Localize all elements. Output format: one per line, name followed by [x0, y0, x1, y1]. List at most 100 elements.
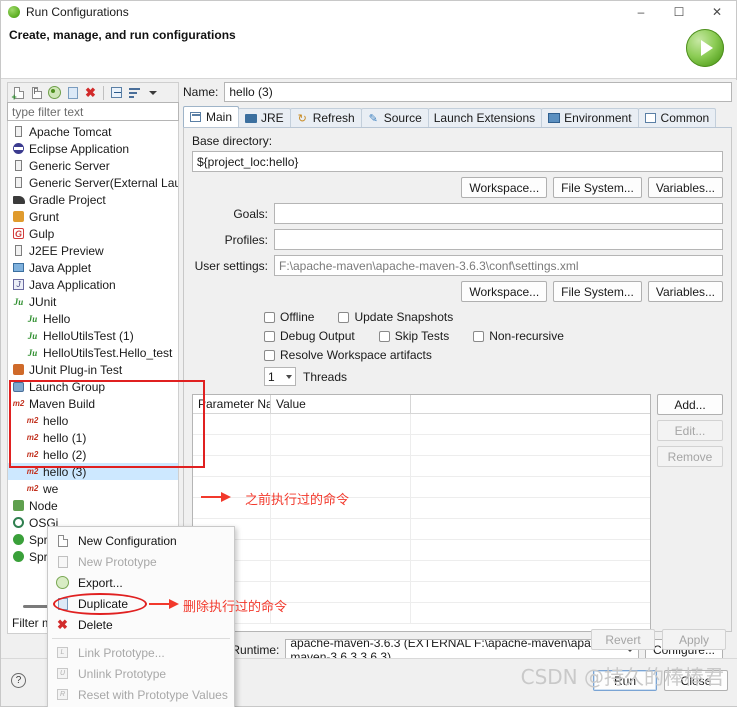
- delete-icon[interactable]: ✖: [83, 85, 98, 100]
- osgi-icon: [12, 516, 25, 529]
- tree-item[interactable]: J2EE Preview: [8, 242, 178, 259]
- tab-main[interactable]: Main: [183, 106, 240, 127]
- tree-item[interactable]: Java Applet: [8, 259, 178, 276]
- tree-item[interactable]: Ju HelloUtilsTest (1): [8, 327, 178, 344]
- tree-item[interactable]: m2 hello (1): [8, 429, 178, 446]
- param-add-button[interactable]: Add...: [657, 394, 723, 415]
- base-directory-input[interactable]: ${project_loc:hello}: [192, 151, 723, 172]
- close-button[interactable]: Close: [664, 670, 728, 691]
- user-settings-input[interactable]: F:\apache-maven\apache-maven-3.6.3\conf\…: [274, 255, 723, 276]
- tree-item[interactable]: m2 hello: [8, 412, 178, 429]
- profiles-input[interactable]: [274, 229, 723, 250]
- param-edit-button[interactable]: Edit...: [657, 420, 723, 441]
- offline-checkbox[interactable]: Offline: [264, 310, 314, 324]
- column-header-parameter-name[interactable]: Parameter Na...: [193, 395, 271, 413]
- skip-tests-checkbox[interactable]: Skip Tests: [378, 329, 449, 343]
- filter-icon[interactable]: [127, 85, 142, 100]
- checkbox-box[interactable]: [264, 311, 275, 323]
- tree-item[interactable]: J Java Application: [8, 276, 178, 293]
- run-button[interactable]: Run: [593, 670, 657, 691]
- name-input[interactable]: hello (3): [224, 82, 732, 102]
- base-dir-file-system-button[interactable]: File System...: [553, 177, 642, 198]
- tree-item[interactable]: m2 hello (3): [8, 463, 178, 480]
- table-row[interactable]: [193, 435, 650, 456]
- base-dir-workspace-button[interactable]: Workspace...: [461, 177, 548, 198]
- tab-source[interactable]: ✎ Source: [360, 108, 429, 127]
- table-row[interactable]: [193, 414, 650, 435]
- base-directory-label: Base directory:: [192, 134, 273, 148]
- build-options: Offline Update Snapshots Debug Output Skip…: [192, 310, 723, 386]
- maximize-button[interactable]: ☐: [660, 1, 698, 23]
- tree-item[interactable]: Ju Hello: [8, 310, 178, 327]
- tree-item[interactable]: Generic Server: [8, 157, 178, 174]
- tree-item[interactable]: m2 Maven Build: [8, 395, 178, 412]
- minimize-button[interactable]: –: [622, 1, 660, 23]
- tab-common[interactable]: Common: [637, 108, 717, 127]
- menu-separator: [52, 638, 230, 639]
- editor-tabs[interactable]: Main JRE ↻ Refresh ✎ Source Launch Extensions E…: [183, 106, 732, 128]
- user-settings-variables-button[interactable]: Variables...: [647, 281, 723, 302]
- table-row[interactable]: [193, 561, 650, 582]
- base-dir-variables-button[interactable]: Variables...: [647, 177, 723, 198]
- tree-item[interactable]: Ju HelloUtilsTest.Hello_test: [8, 344, 178, 361]
- table-row[interactable]: [193, 456, 650, 477]
- table-row[interactable]: [193, 540, 650, 561]
- menu-item-delete[interactable]: ✖ Delete: [48, 614, 234, 635]
- tree-item[interactable]: Ju JUnit: [8, 293, 178, 310]
- export-icon[interactable]: [47, 85, 62, 100]
- java-applet-icon: [12, 261, 25, 274]
- table-row[interactable]: [193, 519, 650, 540]
- param-remove-button[interactable]: Remove: [657, 446, 723, 467]
- close-window-button[interactable]: ✕: [698, 1, 736, 23]
- debug-output-checkbox[interactable]: Debug Output: [264, 329, 355, 343]
- resolve-workspace-artifacts-checkbox[interactable]: Resolve Workspace artifacts: [264, 348, 432, 362]
- update-snapshots-checkbox[interactable]: Update Snapshots: [338, 310, 453, 324]
- tree-item[interactable]: Eclipse Application: [8, 140, 178, 157]
- table-cell: [193, 456, 271, 476]
- view-menu-chevron-icon[interactable]: [145, 85, 160, 100]
- user-settings-file-system-button[interactable]: File System...: [553, 281, 642, 302]
- checkbox-box[interactable]: [264, 349, 275, 361]
- table-cell: [411, 540, 650, 560]
- new-configuration-icon[interactable]: [11, 85, 26, 102]
- table-cell: [411, 477, 650, 497]
- non-recursive-checkbox[interactable]: Non-recursive: [473, 329, 564, 343]
- column-header-extra[interactable]: [411, 395, 650, 413]
- duplicate-icon[interactable]: [65, 85, 80, 100]
- checkbox-box[interactable]: [378, 330, 390, 342]
- checkbox-box[interactable]: [338, 311, 350, 323]
- collapse-all-icon[interactable]: [109, 85, 124, 100]
- checkbox-box[interactable]: [473, 330, 485, 342]
- tree-item[interactable]: Launch Group: [8, 378, 178, 395]
- tree-item[interactable]: Apache Tomcat: [8, 123, 178, 140]
- tree-item[interactable]: m2 hello (2): [8, 446, 178, 463]
- maven-runtime-select[interactable]: apache-maven-3.6.3 (EXTERNAL F:\apache-m…: [285, 639, 639, 660]
- apply-button[interactable]: Apply: [662, 629, 726, 650]
- help-icon[interactable]: ?: [11, 673, 26, 688]
- tab-environment[interactable]: Environment: [541, 108, 639, 127]
- tab-jre[interactable]: JRE: [238, 108, 291, 127]
- user-settings-workspace-button[interactable]: Workspace...: [461, 281, 548, 302]
- checkbox-box[interactable]: [264, 330, 275, 342]
- goals-input[interactable]: [274, 203, 723, 224]
- user-settings-buttons: Workspace... File System... Variables...: [192, 281, 723, 302]
- tree-item[interactable]: Grunt: [8, 208, 178, 225]
- threads-stepper[interactable]: 1: [264, 367, 296, 386]
- tree-item[interactable]: m2 we: [8, 480, 178, 497]
- configurations-toolbar: ✖: [7, 82, 179, 102]
- tree-item[interactable]: JUnit Plug-in Test: [8, 361, 178, 378]
- context-menu[interactable]: New Configuration New Prototype Export... D…: [47, 526, 235, 707]
- menu-item-new-configuration[interactable]: New Configuration: [48, 530, 234, 551]
- tree-item[interactable]: Gradle Project: [8, 191, 178, 208]
- menu-item-export[interactable]: Export...: [48, 572, 234, 593]
- column-header-value[interactable]: Value: [271, 395, 411, 413]
- tab-launch-extensions[interactable]: Launch Extensions: [427, 108, 543, 127]
- tree-item-label: Generic Server(External Launch): [29, 175, 178, 190]
- tree-item[interactable]: Generic Server(External Launch): [8, 174, 178, 191]
- tab-refresh[interactable]: ↻ Refresh: [289, 108, 362, 127]
- tree-item[interactable]: G Gulp: [8, 225, 178, 242]
- new-prototype-icon[interactable]: [29, 85, 44, 100]
- revert-button[interactable]: Revert: [591, 629, 655, 650]
- filter-input[interactable]: type filter text: [7, 102, 179, 121]
- tree-item[interactable]: Node: [8, 497, 178, 514]
